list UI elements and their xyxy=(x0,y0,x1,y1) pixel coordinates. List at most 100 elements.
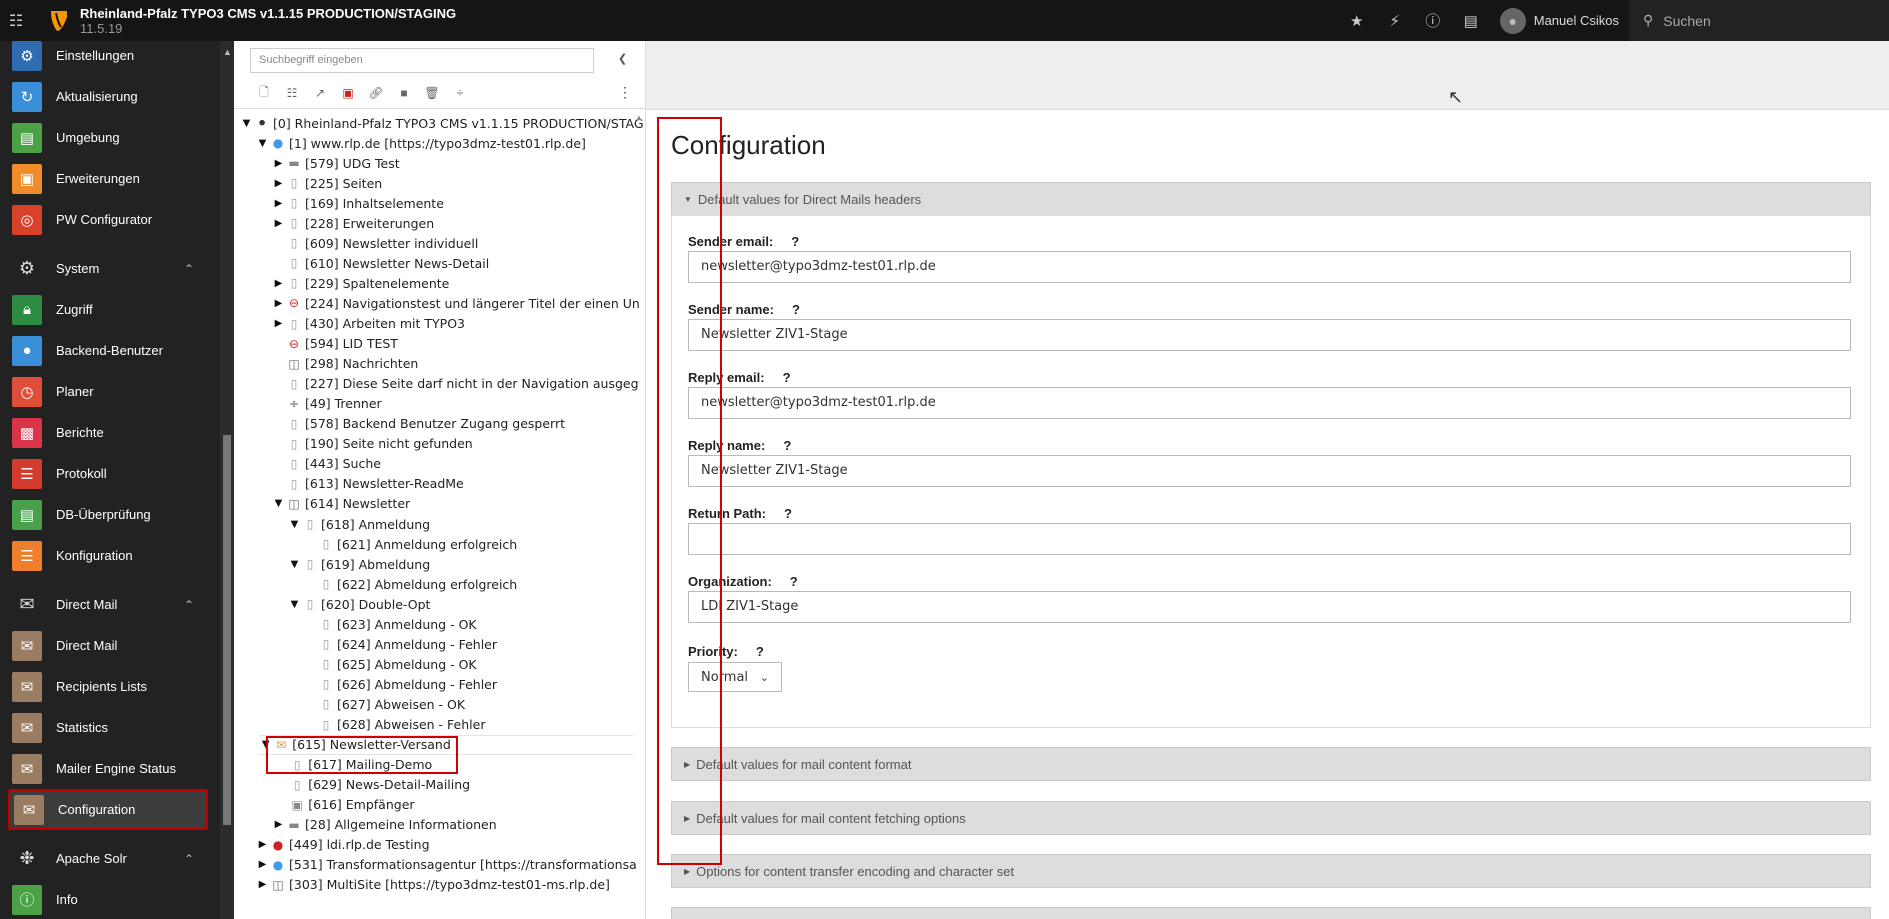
mail-folder-icon[interactable]: ✉ xyxy=(274,737,288,752)
system-info-icon[interactable]: ▤ xyxy=(1452,12,1490,30)
tree-node[interactable]: ▶ ▯ [430] Arbeiten mit TYPO3 xyxy=(272,314,465,334)
help-mark[interactable]: ? xyxy=(790,574,798,589)
page-icon[interactable]: ▯ xyxy=(287,476,301,491)
page-icon[interactable]: ▯ xyxy=(303,517,317,532)
tree-node[interactable]: ▯ [610] Newsletter News-Detail xyxy=(272,253,490,273)
tree-node[interactable]: ▶ ▯ [169] Inhaltselemente xyxy=(272,193,444,213)
page-icon[interactable]: ▯ xyxy=(287,276,301,291)
tree-expand-toggle-icon[interactable]: ▶ xyxy=(272,278,285,289)
tree-expand-toggle-icon[interactable]: ▶ xyxy=(272,218,285,229)
page-icon[interactable]: ▯ xyxy=(319,577,333,592)
tree-node[interactable]: ▯ [622] Abmeldung erfolgreich xyxy=(304,574,518,594)
tree-node-label[interactable]: [629] News-Detail-Mailing xyxy=(308,777,470,792)
tree-node-label[interactable]: [628] Abweisen - Fehler xyxy=(337,717,485,732)
globe-icon[interactable]: ● xyxy=(271,857,285,872)
page-icon[interactable]: ▯ xyxy=(319,617,333,632)
tree-node[interactable]: ▶ ● [449] ldi.rlp.de Testing xyxy=(256,835,430,855)
folder-icon[interactable]: ▬ xyxy=(287,156,301,171)
chevron-up-icon[interactable]: ⌃ xyxy=(184,598,194,612)
tree-node-label[interactable]: [28] Allgemeine Informationen xyxy=(305,817,497,832)
module-menu-scrollbar[interactable]: ▲ xyxy=(220,41,234,919)
restricted-globe-icon[interactable]: ● xyxy=(271,837,285,852)
tree-search-input[interactable]: Suchbegriff eingeben xyxy=(250,48,594,73)
tree-node-label[interactable]: [531] Transformationsagentur [https://tr… xyxy=(289,857,637,872)
tree-node-label[interactable]: [49] Trenner xyxy=(305,396,382,411)
priority-select[interactable]: Normal ⌄ xyxy=(688,662,782,692)
page-icon[interactable]: ▯ xyxy=(287,236,301,251)
help-mark[interactable]: ? xyxy=(784,506,792,521)
tree-node[interactable]: ▼ ✉ [615] Newsletter-Versand xyxy=(259,734,633,755)
tree-node-label[interactable]: [625] Abmeldung - OK xyxy=(337,657,477,672)
module-group-apache-solr[interactable]: ❉ Apache Solr ⌃ xyxy=(0,838,220,879)
folder-icon[interactable]: ▬ xyxy=(287,817,301,832)
module-item-konfiguration[interactable]: ☰ Konfiguration xyxy=(0,535,220,576)
page-icon[interactable]: ▯ xyxy=(319,637,333,652)
tree-node-label[interactable]: [169] Inhaltselemente xyxy=(305,196,444,211)
tree-node[interactable]: ▼ ▯ [619] Abmeldung xyxy=(288,554,430,574)
tree-node-label[interactable]: [0] Rheinland-Pfalz TYPO3 CMS v1.1.15 PR… xyxy=(273,116,644,131)
tree-collapse-toggle-icon[interactable]: ▼ xyxy=(272,498,285,509)
tree-expand-toggle-icon[interactable]: ▶ xyxy=(272,198,285,209)
tree-node-label[interactable]: [609] Newsletter individuell xyxy=(305,236,478,251)
recipient-folder-icon[interactable]: ▣ xyxy=(290,797,304,812)
module-item-db-berpr-fung[interactable]: ▤ DB-Überprüfung xyxy=(0,494,220,535)
tree-node-label[interactable]: [613] Newsletter-ReadMe xyxy=(305,476,464,491)
new-link-icon[interactable]: 🔗︎ xyxy=(362,85,390,101)
new-link-page-icon[interactable]: ↗ xyxy=(306,85,334,101)
shortcut-page-icon[interactable]: ◫ xyxy=(271,877,285,892)
flash-icon[interactable]: ⚡︎ xyxy=(1376,12,1414,30)
page-icon[interactable]: ▯ xyxy=(303,597,317,612)
module-item-statistics[interactable]: ✉ Statistics xyxy=(0,707,220,748)
module-group-direct-mail[interactable]: ✉ Direct Mail ⌃ xyxy=(0,584,220,625)
app-grid-icon[interactable]: ☷ xyxy=(0,0,32,41)
tree-node[interactable]: ▯ [227] Diese Seite darf nicht in der Nav… xyxy=(272,374,639,394)
tree-node[interactable]: ▯ [628] Abweisen - Fehler xyxy=(304,715,486,735)
chevron-up-icon[interactable]: ⌃ xyxy=(184,852,194,866)
tree-node[interactable]: ▶ ◫ [303] MultiSite [https://typo3dmz-test… xyxy=(256,875,610,895)
tree-collapse-toggle-icon[interactable]: ▼ xyxy=(288,519,301,530)
tree-node-label[interactable]: [430] Arbeiten mit TYPO3 xyxy=(305,316,465,331)
typo3-icon[interactable]: ⚫ xyxy=(255,116,269,131)
module-item-mailer-engine-status[interactable]: ✉ Mailer Engine Status xyxy=(0,748,220,789)
page-icon[interactable]: ▯ xyxy=(287,456,301,471)
user-menu[interactable]: ● Manuel Csikos xyxy=(1490,7,1629,34)
tree-node[interactable]: ▯ [624] Anmeldung - Fehler xyxy=(304,634,497,654)
help-icon[interactable]: ⓘ xyxy=(1414,10,1452,31)
tree-node[interactable]: ◫ [298] Nachrichten xyxy=(272,354,418,374)
new-recycler-icon[interactable]: 🗑︎ xyxy=(418,85,446,101)
tree-node-label[interactable]: [225] Seiten xyxy=(305,176,382,191)
tree-expand-toggle-icon[interactable]: ▶ xyxy=(256,859,269,870)
page-icon[interactable]: ▯ xyxy=(287,256,301,271)
new-divider-icon[interactable]: ÷ xyxy=(446,85,474,101)
tree-expand-toggle-icon[interactable]: ▶ xyxy=(272,178,285,189)
tree-collapse-toggle-icon[interactable]: ▼ xyxy=(288,559,301,570)
module-item-umgebung[interactable]: ▤ Umgebung xyxy=(0,117,220,158)
tree-node[interactable]: ▯ [617] Mailing-Demo xyxy=(275,755,432,775)
tree-node-label[interactable]: [610] Newsletter News-Detail xyxy=(305,256,489,271)
page-icon[interactable]: ▯ xyxy=(287,196,301,211)
help-mark[interactable]: ? xyxy=(756,644,764,659)
page-icon[interactable]: ▯ xyxy=(319,717,333,732)
tree-node-label[interactable]: [1] www.rlp.de [https://typo3dmz-test01.… xyxy=(289,136,586,151)
module-item-protokoll[interactable]: ☰ Protokoll xyxy=(0,453,220,494)
module-item-pw-configurator[interactable]: ◎ PW Configurator xyxy=(0,199,220,240)
tree-expand-toggle-icon[interactable]: ▶ xyxy=(272,318,285,329)
chevron-up-icon[interactable]: ⌃ xyxy=(184,262,194,276)
tree-node[interactable]: ▯ [443] Suche xyxy=(272,454,381,474)
page-icon[interactable]: ▯ xyxy=(287,216,301,231)
panel-header-content-format[interactable]: ▶ Default values for mail content format xyxy=(671,747,1871,781)
live-search[interactable]: ⚲ Suchen xyxy=(1629,0,1889,41)
shortcut-page-icon[interactable]: ◫ xyxy=(287,496,301,511)
tree-expand-toggle-icon[interactable]: ▶ xyxy=(272,158,285,169)
typo3-logo[interactable] xyxy=(46,8,72,34)
tree-node[interactable]: ▣ [616] Empfänger xyxy=(275,795,415,815)
tree-node[interactable]: ▯ [578] Backend Benutzer Zugang gesperrt xyxy=(272,414,565,434)
page-icon[interactable]: ▯ xyxy=(287,416,301,431)
new-folder-icon[interactable]: ■ xyxy=(390,85,418,101)
tree-node[interactable]: ▯ [625] Abmeldung - OK xyxy=(304,654,477,674)
tree-node-label[interactable]: [616] Empfänger xyxy=(308,797,414,812)
divider-icon[interactable]: ÷ xyxy=(287,396,301,411)
sender-email-input[interactable]: newsletter@typo3dmz-test01.rlp.de xyxy=(688,251,1851,283)
module-item-configuration[interactable]: ✉ Configuration xyxy=(8,789,208,830)
sender-name-input[interactable]: Newsletter ZIV1-Stage xyxy=(688,319,1851,351)
